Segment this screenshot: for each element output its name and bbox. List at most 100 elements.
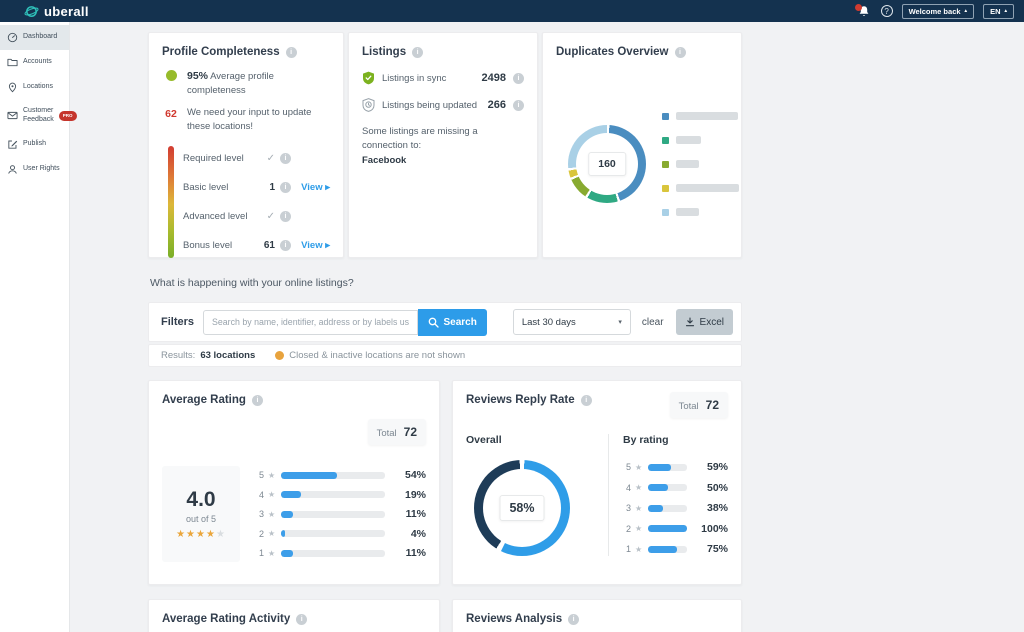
- filters-label: Filters: [161, 316, 194, 328]
- star-count-label: 3: [623, 503, 631, 513]
- sidebar-item-customer-feedback[interactable]: Customer FeedbackPRO: [0, 100, 69, 132]
- bar-percent: 54%: [393, 469, 426, 481]
- bar-percent: 38%: [695, 502, 728, 514]
- excel-export-button[interactable]: Excel: [676, 309, 733, 335]
- info-icon[interactable]: i: [252, 395, 263, 406]
- star-icon: ★: [635, 524, 642, 533]
- level-row: Basic level1iView ▸: [183, 173, 330, 202]
- duplicates-legend: [662, 104, 739, 224]
- sidebar-item-dashboard[interactable]: Dashboard: [0, 25, 69, 50]
- star-icon: ★: [635, 504, 642, 513]
- bar-track: [648, 464, 687, 471]
- level-value: 1: [259, 182, 275, 193]
- info-icon[interactable]: i: [513, 73, 524, 84]
- clear-filters-link[interactable]: clear: [642, 317, 664, 328]
- level-label: Required level: [183, 153, 259, 164]
- listings-row-label: Listings being updated: [382, 100, 481, 111]
- card-title: Reviews Analysis: [466, 613, 562, 625]
- excel-button-label: Excel: [700, 317, 724, 328]
- caret-up-icon: ▴: [965, 9, 968, 14]
- bar-percent: 50%: [695, 482, 728, 494]
- star-icon: ★: [268, 549, 275, 558]
- bar-percent: 100%: [695, 523, 728, 535]
- by-rating-label: By rating: [623, 434, 728, 446]
- listings-row-value: 266: [488, 99, 506, 111]
- info-icon[interactable]: i: [581, 395, 592, 406]
- rating-bar-row: 5★54%: [256, 466, 426, 484]
- rating-bar-row: 2★4%: [256, 525, 426, 543]
- date-range-select[interactable]: Last 30 days ▾: [513, 309, 631, 335]
- bar-fill: [281, 511, 292, 518]
- star-count-label: 1: [256, 548, 264, 558]
- sidebar-item-user-rights[interactable]: User Rights: [0, 157, 69, 182]
- legend-placeholder-bar: [676, 112, 738, 120]
- bar-fill: [648, 464, 671, 471]
- info-icon[interactable]: i: [280, 240, 291, 251]
- info-icon[interactable]: i: [280, 153, 291, 164]
- star-count-label: 5: [256, 470, 264, 480]
- info-icon[interactable]: i: [286, 47, 297, 58]
- total-badge: Total 72: [670, 392, 728, 418]
- bar-track: [281, 550, 385, 557]
- bar-track: [281, 491, 385, 498]
- total-badge: Total 72: [368, 419, 426, 445]
- search-input[interactable]: [203, 310, 417, 335]
- bar-fill: [648, 505, 663, 512]
- bar-track: [648, 484, 687, 491]
- view-link[interactable]: View ▸: [301, 182, 330, 193]
- sidebar-item-locations[interactable]: Locations: [0, 75, 69, 100]
- star-count-label: 5: [623, 462, 631, 472]
- star-count-label: 4: [256, 490, 264, 500]
- help-icon[interactable]: ?: [881, 5, 893, 17]
- total-value: 72: [706, 398, 719, 412]
- info-icon[interactable]: i: [296, 614, 307, 625]
- bar-track: [648, 505, 687, 512]
- legend-color-swatch: [662, 113, 669, 120]
- star-icon: ★: [206, 529, 216, 540]
- sidebar: DashboardAccounts Locations Customer Feedb…: [0, 22, 70, 632]
- legend-row: [662, 200, 739, 224]
- info-icon[interactable]: i: [568, 614, 579, 625]
- card-title: Duplicates Overview: [556, 46, 669, 58]
- search-button[interactable]: Search: [418, 309, 487, 336]
- bar-fill: [281, 530, 285, 537]
- level-row: Bonus level61iView ▸: [183, 231, 330, 260]
- legend-color-swatch: [662, 209, 669, 216]
- star-icon: ★: [635, 545, 642, 554]
- reply-rate-by-rating-chart: 5★59%4★50%3★38%2★100%1★75%: [623, 458, 728, 558]
- sidebar-item-publish[interactable]: Publish: [0, 132, 69, 157]
- star-icon: ★: [268, 529, 275, 538]
- uberall-logo-icon: [24, 4, 39, 19]
- welcome-back-dropdown[interactable]: Welcome back ▴: [902, 4, 975, 19]
- info-icon[interactable]: i: [412, 47, 423, 58]
- bar-fill: [281, 472, 337, 479]
- check-icon: ✓: [259, 211, 275, 222]
- info-icon[interactable]: i: [280, 211, 291, 222]
- star-icon: ★: [268, 510, 275, 519]
- language-dropdown[interactable]: EN ▴: [983, 4, 1014, 19]
- star-rating: ★★★★★: [176, 529, 226, 540]
- info-icon[interactable]: i: [280, 182, 291, 193]
- results-strip: Results: 63 locations Closed & inactive …: [148, 344, 742, 367]
- bar-percent: 75%: [695, 543, 728, 555]
- info-icon[interactable]: i: [513, 100, 524, 111]
- star-icon: ★: [216, 529, 226, 540]
- rating-bar-row: 1★11%: [256, 544, 426, 562]
- notifications-bell-icon[interactable]: [858, 5, 872, 18]
- uberall-logo[interactable]: uberall: [24, 4, 89, 19]
- customer-feedback-icon: [7, 110, 18, 121]
- welcome-back-label: Welcome back: [909, 7, 961, 16]
- info-icon[interactable]: i: [675, 47, 686, 58]
- listings-updating-row: Listings being updated 266 i: [362, 98, 524, 112]
- sidebar-item-label: Locations: [23, 83, 66, 92]
- results-count: 63 locations: [200, 350, 255, 361]
- search-button-label: Search: [444, 317, 477, 328]
- view-link[interactable]: View ▸: [301, 240, 330, 251]
- listings-in-sync-row: Listings in sync 2498 i: [362, 71, 524, 85]
- average-score-sub: out of 5: [186, 514, 216, 524]
- reply-rate-donut-chart: 58%: [474, 460, 570, 556]
- star-icon: ★: [635, 483, 642, 492]
- rating-bar-row: 5★59%: [623, 458, 728, 476]
- green-status-dot: [166, 70, 177, 81]
- sidebar-item-accounts[interactable]: Accounts: [0, 50, 69, 75]
